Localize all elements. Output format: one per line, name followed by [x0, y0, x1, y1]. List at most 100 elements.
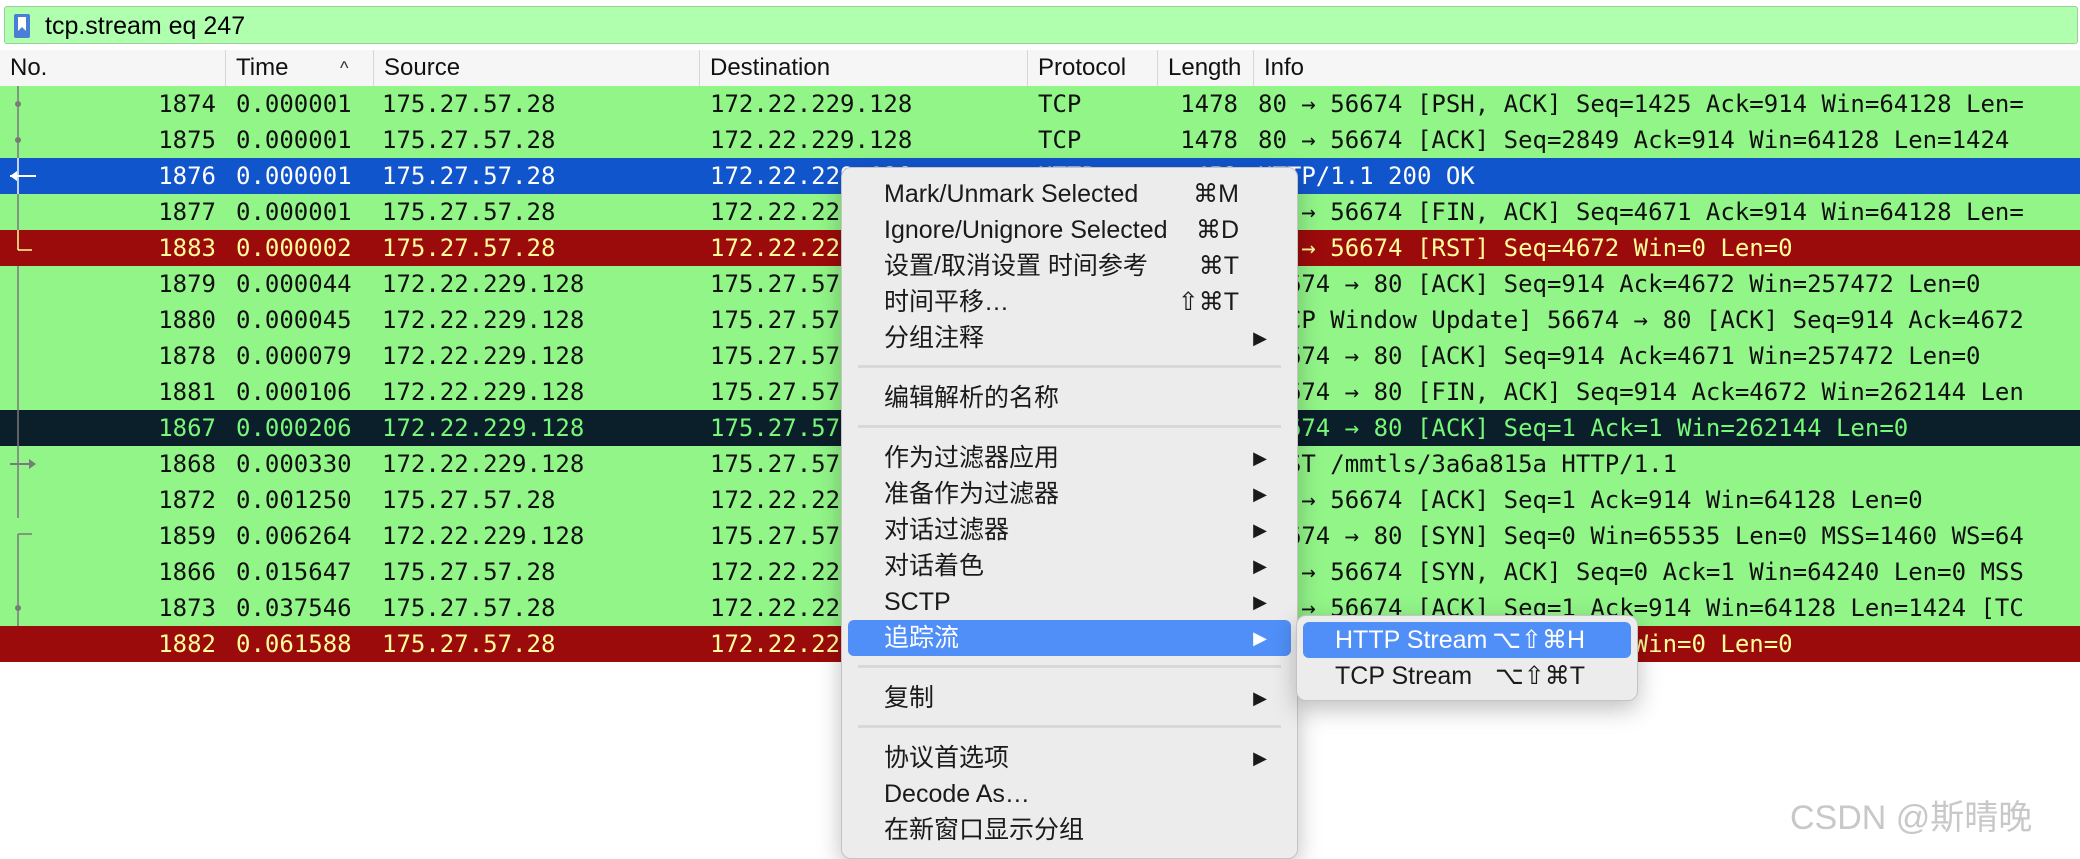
- menu-separator: [858, 665, 1281, 668]
- packet-source: 175.27.57.28: [382, 558, 556, 586]
- column-header-info[interactable]: Info: [1254, 50, 2080, 86]
- follow-http-stream-item[interactable]: HTTP Stream ⌥⇧⌘H: [1303, 622, 1631, 658]
- menu-item[interactable]: 追踪流 ▶: [848, 620, 1291, 656]
- packet-info: 80 → 56674 [RST] Seq=4672 Win=0 Len=0: [1258, 234, 1793, 262]
- packet-number: 1874: [158, 90, 216, 118]
- submenu-arrow-icon: ▶: [1253, 628, 1267, 648]
- submenu-item-label: HTTP Stream: [1335, 626, 1488, 654]
- column-header-destination[interactable]: Destination: [700, 50, 1028, 86]
- submenu-arrow-icon: ▶: [1253, 556, 1267, 576]
- menu-item[interactable]: 准备作为过滤器 ▶: [848, 476, 1291, 512]
- packet-time: 0.000001: [236, 126, 352, 154]
- submenu-item-shortcut: ⌥⇧⌘H: [1492, 626, 1585, 654]
- column-header-source[interactable]: Source: [374, 50, 700, 86]
- submenu-arrow-icon: ▶: [1253, 484, 1267, 504]
- column-header-no[interactable]: No.: [0, 50, 226, 86]
- menu-item-label: Mark/Unmark Selected: [884, 180, 1139, 208]
- menu-item-label: 设置/取消设置 时间参考: [884, 252, 1148, 280]
- follow-tcp-stream-item[interactable]: TCP Stream ⌥⇧⌘T: [1303, 658, 1631, 694]
- menu-item[interactable]: Mark/Unmark Selected ⌘M: [848, 176, 1291, 212]
- menu-item[interactable]: 对话着色 ▶: [848, 548, 1291, 584]
- menu-item-shortcut: ⇧⌘T: [1177, 288, 1239, 316]
- follow-stream-submenu: HTTP Stream ⌥⇧⌘H TCP Stream ⌥⇧⌘T: [1296, 615, 1638, 701]
- menu-separator: [858, 425, 1281, 428]
- context-menu: Mark/Unmark Selected ⌘M Ignore/Unignore Se…: [841, 167, 1298, 859]
- packet-number: 1868: [158, 450, 216, 478]
- packet-source: 172.22.229.128: [382, 450, 585, 478]
- packet-time: 0.000045: [236, 306, 352, 334]
- menu-item[interactable]: Ignore/Unignore Selected ⌘D: [848, 212, 1291, 248]
- menu-item-label: 准备作为过滤器: [884, 480, 1060, 508]
- menu-item[interactable]: 设置/取消设置 时间参考 ⌘T: [848, 248, 1291, 284]
- menu-item[interactable]: 时间平移… ⇧⌘T: [848, 284, 1291, 320]
- submenu-arrow-icon: ▶: [1253, 748, 1267, 768]
- menu-item[interactable]: 作为过滤器应用 ▶: [848, 440, 1291, 476]
- packet-source: 175.27.57.28: [382, 234, 556, 262]
- menu-item-label: 分组注释: [884, 324, 985, 352]
- packet-time: 0.006264: [236, 522, 352, 550]
- packet-source: 172.22.229.128: [382, 306, 585, 334]
- submenu-arrow-icon: ▶: [1253, 448, 1267, 468]
- packet-source: 172.22.229.128: [382, 270, 585, 298]
- packet-time: 0.001250: [236, 486, 352, 514]
- packet-number: 1880: [158, 306, 216, 334]
- submenu-arrow-icon: ▶: [1253, 688, 1267, 708]
- packet-number: 1872: [158, 486, 216, 514]
- packet-row[interactable]: 1874 0.000001 175.27.57.28 172.22.229.128 TC…: [0, 86, 2080, 122]
- packet-time: 0.000206: [236, 414, 352, 442]
- menu-item[interactable]: 对话过滤器 ▶: [848, 512, 1291, 548]
- packet-source: 175.27.57.28: [382, 594, 556, 622]
- packet-info: [TCP Window Update] 56674 → 80 [ACK] Seq…: [1258, 306, 2024, 334]
- menu-item[interactable]: 复制 ▶: [848, 680, 1291, 716]
- menu-item[interactable]: 在新窗口显示分组: [848, 812, 1291, 848]
- packet-time: 0.000002: [236, 234, 352, 262]
- menu-item-shortcut: ⌘D: [1195, 216, 1239, 244]
- column-header-length[interactable]: Length: [1158, 50, 1254, 86]
- packet-time: 0.015647: [236, 558, 352, 586]
- display-filter-input[interactable]: tcp.stream eq 247: [4, 6, 2078, 44]
- submenu-arrow-icon: ▶: [1253, 592, 1267, 612]
- packet-source: 172.22.229.128: [382, 522, 585, 550]
- packet-destination: 172.22.229.128: [710, 126, 913, 154]
- packet-time: 0.000330: [236, 450, 352, 478]
- menu-item-label: 时间平移…: [884, 288, 1010, 316]
- packet-number: 1859: [158, 522, 216, 550]
- packet-source: 175.27.57.28: [382, 198, 556, 226]
- packet-info: POST /mmtls/3a6a815a HTTP/1.1: [1258, 450, 1678, 478]
- packet-number: 1882: [158, 630, 216, 658]
- packet-time: 0.037546: [236, 594, 352, 622]
- packet-time: 0.000106: [236, 378, 352, 406]
- bookmark-icon[interactable]: [13, 13, 31, 39]
- packet-number: 1877: [158, 198, 216, 226]
- menu-item-label: 在新窗口显示分组: [884, 816, 1085, 844]
- packet-info: 56674 → 80 [SYN] Seq=0 Win=65535 Len=0 M…: [1258, 522, 2024, 550]
- menu-item[interactable]: SCTP ▶: [848, 584, 1291, 620]
- packet-info: 56674 → 80 [ACK] Seq=1 Ack=1 Win=262144 …: [1258, 414, 1909, 442]
- menu-item[interactable]: 分组注释 ▶: [848, 320, 1291, 356]
- packet-row[interactable]: 1875 0.000001 175.27.57.28 172.22.229.128 TC…: [0, 122, 2080, 158]
- packet-time: 0.000001: [236, 198, 352, 226]
- menu-item-label: Ignore/Unignore Selected: [884, 216, 1168, 244]
- packet-number: 1879: [158, 270, 216, 298]
- submenu-item-shortcut: ⌥⇧⌘T: [1494, 662, 1585, 690]
- menu-item-label: 作为过滤器应用: [884, 444, 1060, 472]
- packet-source: 175.27.57.28: [382, 630, 556, 658]
- packet-source: 175.27.57.28: [382, 126, 556, 154]
- packet-time: 0.000001: [236, 90, 352, 118]
- menu-item-label: 对话过滤器: [884, 516, 1010, 544]
- menu-item[interactable]: 编辑解析的名称: [848, 380, 1291, 416]
- packet-protocol: TCP: [1038, 126, 1082, 154]
- packet-number: 1878: [158, 342, 216, 370]
- menu-separator: [858, 365, 1281, 368]
- menu-item[interactable]: 协议首选项 ▶: [848, 740, 1291, 776]
- packet-time: 0.000044: [236, 270, 352, 298]
- menu-item-label: SCTP: [884, 588, 951, 616]
- packet-number: 1881: [158, 378, 216, 406]
- submenu-item-label: TCP Stream: [1335, 662, 1473, 690]
- column-header-time[interactable]: Time: [226, 50, 374, 86]
- menu-item[interactable]: Decode As…: [848, 776, 1291, 812]
- packet-source: 172.22.229.128: [382, 378, 585, 406]
- menu-item-label: Decode As…: [884, 780, 1030, 808]
- menu-item-label: 复制: [884, 684, 935, 712]
- column-header-protocol[interactable]: Protocol: [1028, 50, 1158, 86]
